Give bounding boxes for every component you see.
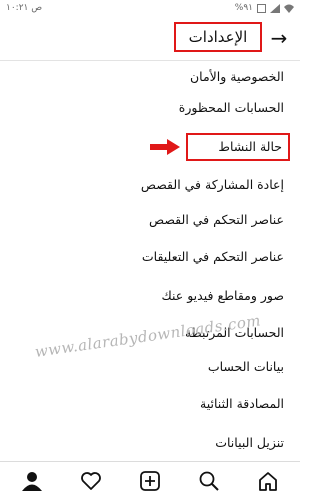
battery-level: %٩١ (234, 3, 253, 13)
back-arrow-icon[interactable]: → (266, 26, 292, 50)
status-time: ص ١٠:٢١ (6, 3, 43, 13)
menu-item-story-controls[interactable]: عناصر التحكم في القصص (149, 210, 284, 230)
header-bar: → الإعدادات (0, 18, 300, 61)
menu-item-privacy-security[interactable]: الخصوصية والأمان (190, 67, 284, 87)
menu-item-two-factor-auth[interactable]: المصادقة الثنائية (200, 394, 284, 414)
battery-icon (257, 3, 266, 13)
menu-item-account-data[interactable]: بيانات الحساب (208, 357, 284, 377)
highlight-box (186, 133, 290, 161)
red-arrow-icon (150, 139, 180, 155)
heart-icon[interactable] (80, 470, 102, 492)
page-title: الإعدادات (174, 22, 262, 52)
signal-icon (270, 3, 280, 13)
menu-item-blocked-accounts[interactable]: الحسابات المحظورة (179, 98, 284, 118)
home-icon[interactable] (257, 470, 279, 492)
add-post-icon[interactable] (139, 470, 161, 492)
bottom-nav (0, 461, 300, 500)
wifi-icon (284, 4, 294, 13)
menu-item-download-data[interactable]: تنزيل البيانات (215, 433, 284, 453)
menu-item-photos-videos-of-you[interactable]: صور ومقاطع فيديو عنك (161, 286, 284, 306)
status-icons: %٩١ (235, 3, 294, 13)
status-bar: ص ١٠:٢١ %٩١ (0, 0, 300, 18)
search-icon[interactable] (198, 470, 220, 492)
menu-item-comment-controls[interactable]: عناصر التحكم في التعليقات (142, 247, 284, 267)
menu-item-story-resharing[interactable]: إعادة المشاركة في القصص (141, 175, 284, 195)
profile-icon[interactable] (21, 470, 43, 492)
